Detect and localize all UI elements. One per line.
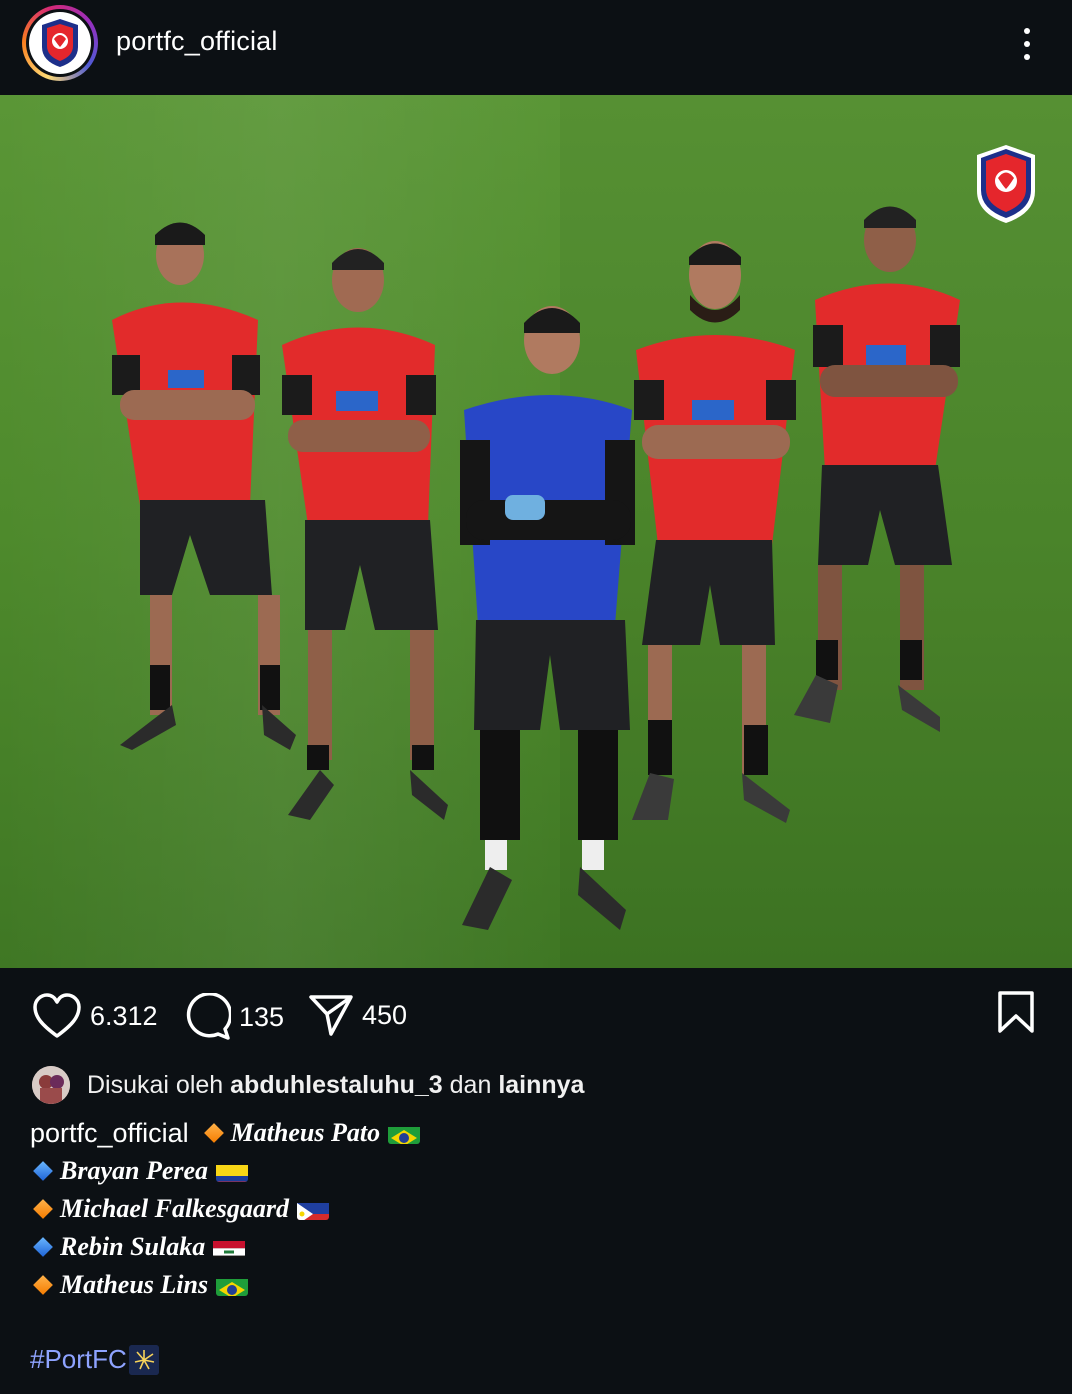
fireworks-icon (128, 1344, 159, 1375)
club-crest-icon (977, 145, 1035, 223)
iraq-flag-icon (213, 1236, 246, 1258)
player-name: Matheus Lins (60, 1270, 209, 1299)
profile-avatar[interactable] (22, 5, 98, 81)
player-name: Michael Falkesgaard (60, 1194, 289, 1223)
hashtag-text[interactable]: #PortFC (30, 1344, 127, 1375)
liked-by-row: Disukai oleh abduhlestaluhu_3 dan lainny… (32, 1066, 584, 1104)
colombia-flag-icon (216, 1160, 249, 1182)
post-actions: 6.312 135 450 (0, 968, 1072, 1063)
comment-action: 135 (183, 993, 284, 1041)
blue-diamond-icon (33, 1161, 53, 1181)
orange-diamond-icon (33, 1199, 53, 1219)
liked-by-others[interactable]: lainnya (498, 1071, 584, 1100)
post-header: portfc_official (0, 0, 1072, 95)
philippines-flag-icon (296, 1198, 329, 1220)
liker-username[interactable]: abduhlestaluhu_3 (230, 1071, 443, 1100)
liked-by-joiner: dan (449, 1070, 492, 1099)
heart-icon[interactable] (32, 993, 82, 1039)
post-image[interactable] (0, 95, 1072, 968)
caption-username[interactable]: portfc_official (30, 1114, 189, 1152)
comment-icon[interactable] (183, 993, 231, 1041)
liker-avatar[interactable] (32, 1066, 70, 1104)
like-action: 6.312 (32, 993, 158, 1039)
player-name: Brayan Perea (60, 1156, 209, 1185)
blue-diamond-icon (33, 1237, 53, 1257)
brazil-flag-icon (216, 1274, 249, 1296)
shares-count[interactable]: 450 (362, 1000, 407, 1031)
brazil-flag-icon (388, 1122, 421, 1144)
orange-diamond-icon (33, 1275, 53, 1295)
hashtag-link[interactable]: #PortFC (30, 1344, 159, 1375)
club-crest-icon (29, 12, 91, 74)
header-username[interactable]: portfc_official (116, 26, 278, 57)
share-action: 450 (308, 993, 407, 1037)
share-icon[interactable] (308, 993, 354, 1037)
likes-count[interactable]: 6.312 (90, 1001, 158, 1032)
bookmark-icon[interactable] (996, 990, 1036, 1039)
player-name: Matheus Pato (230, 1118, 381, 1147)
post-caption: portfc_official Matheus Pato Brayan Pere… (30, 1114, 421, 1304)
comments-count[interactable]: 135 (239, 1002, 284, 1033)
orange-diamond-icon (203, 1123, 224, 1143)
liked-by-prefix: Disukai oleh (87, 1070, 224, 1099)
more-options-icon[interactable] (1012, 24, 1042, 64)
player-name: Rebin Sulaka (60, 1232, 206, 1261)
